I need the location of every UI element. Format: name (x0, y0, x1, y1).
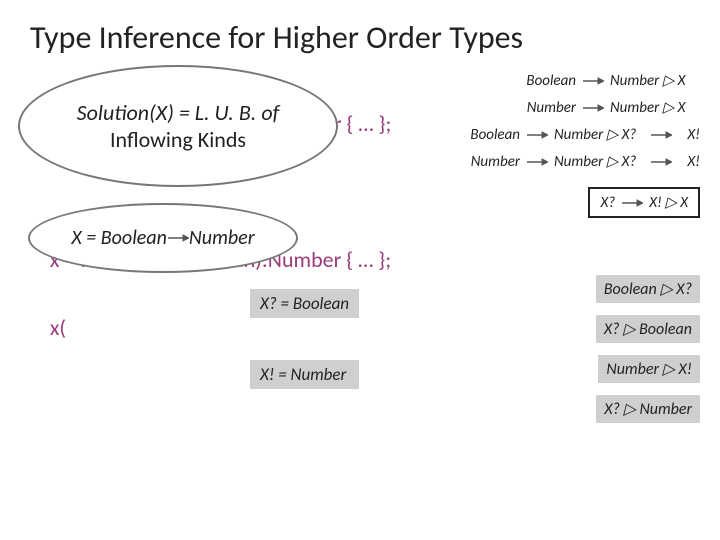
slide-content: x = function (x:Number):Number { … }; sp… (0, 63, 720, 533)
solution-xe: X! = Number (250, 360, 359, 389)
slide-title: Type Inference for Higher Order Types (0, 0, 720, 63)
arrow-icon (582, 103, 604, 113)
code-line-3: x( (50, 314, 66, 341)
flow-lhs: Boolean (464, 126, 520, 144)
arrow-icon (650, 157, 672, 167)
flow-lhs: Boolean (520, 72, 576, 90)
arrow-icon (526, 130, 548, 140)
callout-solution-x: X = Boolean Number (28, 203, 298, 273)
solution-xq: X? = Boolean (250, 289, 359, 318)
flow-rows: Boolean Number ▷ X Number Number ▷ X Boo… (470, 71, 700, 218)
flow-row: Boolean Number ▷ X (470, 71, 700, 90)
flow-lhs: Number (520, 99, 576, 117)
flow-rhs: Number ▷ X? (554, 125, 644, 144)
solution-x-rhs: Number (189, 226, 255, 250)
arrow-icon (526, 157, 548, 167)
boxed-flow-row: X? X! ▷ X (470, 187, 700, 218)
callout-lub-line1: Solution(X) = L. U. B. of (77, 99, 280, 126)
flow-row: Boolean Number ▷ X? X! (470, 125, 700, 144)
flow-rhs: Number ▷ X (610, 98, 700, 117)
flow-lhs: Number (464, 153, 520, 171)
flow-rhs: Number ▷ X? (554, 152, 644, 171)
callout-lub: Solution(X) = L. U. B. of Inflowing Kind… (18, 65, 338, 187)
flow-res: X! (678, 153, 700, 171)
arrow-icon (167, 233, 189, 243)
flow-row: Number Number ▷ X (470, 98, 700, 117)
callout-lub-line2: Inflowing Kinds (110, 126, 246, 153)
arrow-icon (582, 76, 604, 86)
solution-x-lhs: X = Boolean (71, 226, 167, 250)
relation-chip: X? ▷ Boolean (596, 315, 700, 343)
arrow-icon (621, 198, 643, 208)
callout-lub-eq: = L. U. B. of (174, 99, 279, 126)
solution-stack: X? = Boolean X! = Number (250, 289, 359, 389)
boxed-rhs: X! ▷ X (649, 193, 688, 212)
boxed-flow: X? X! ▷ X (588, 187, 700, 218)
flow-res: X! (678, 126, 700, 144)
relation-chip: Boolean ▷ X? (596, 275, 700, 303)
relation-chip: Number ▷ X! (598, 355, 700, 383)
flow-row: Number Number ▷ X? X! (470, 152, 700, 171)
boxed-lhs: X? (600, 194, 615, 212)
callout-lub-var: Solution(X) (77, 99, 174, 126)
flow-rhs: Number ▷ X (610, 71, 700, 90)
relation-chip: X? ▷ Number (596, 395, 700, 423)
arrow-icon (650, 130, 672, 140)
relation-stack: Boolean ▷ X? X? ▷ Boolean Number ▷ X! X?… (500, 275, 700, 423)
